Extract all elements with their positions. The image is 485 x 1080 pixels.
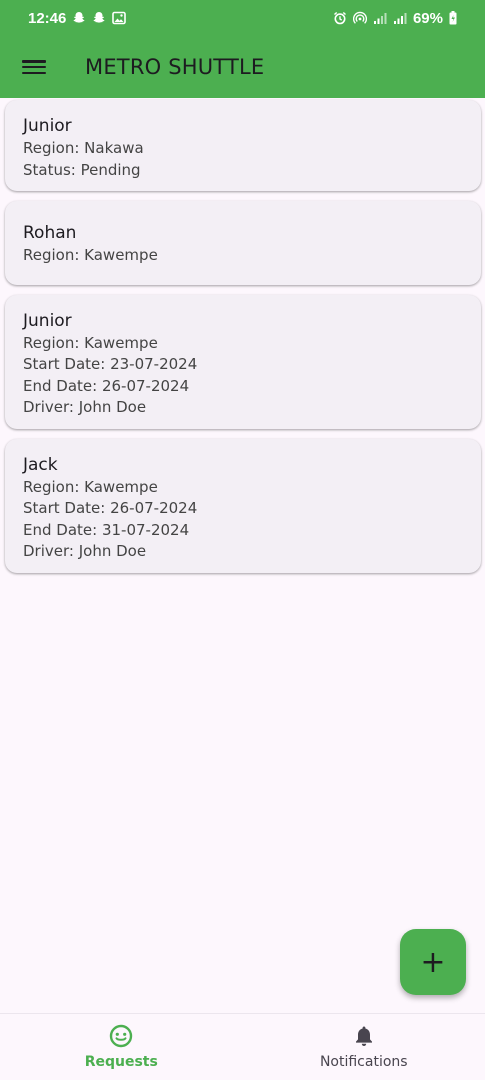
battery-icon: [449, 11, 457, 25]
plus-icon: +: [420, 944, 446, 980]
request-start-date: Start Date: 26-07-2024: [23, 499, 198, 517]
request-start-date: Start Date: 23-07-2024: [23, 355, 198, 373]
snapchat-icon: [93, 12, 105, 23]
request-card[interactable]: Junior Region: Nakawa Status: Pending: [5, 100, 481, 191]
bottom-navigation: Requests Notifications: [0, 1013, 485, 1080]
status-bar: 12:46 69%: [0, 0, 485, 36]
menu-icon-bar: [22, 60, 46, 63]
request-end-date: End Date: 26-07-2024: [23, 376, 190, 395]
snapchat-icon: [73, 12, 85, 23]
add-request-button[interactable]: +: [400, 929, 466, 995]
menu-icon-bar: [22, 71, 46, 74]
nav-item-notifications[interactable]: Notifications: [243, 1014, 485, 1080]
nav-item-requests[interactable]: Requests: [0, 1014, 243, 1080]
gallery-icon: [112, 11, 127, 25]
signal-icon: [373, 13, 387, 24]
hotspot-icon: [352, 11, 367, 24]
bell-icon: [355, 1026, 372, 1046]
status-bar-left: 12:46: [28, 9, 127, 27]
request-end-date: End Date: 31-07-2024: [23, 520, 190, 539]
request-name: Junior: [23, 116, 72, 136]
face-icon: [110, 1024, 133, 1048]
menu-button[interactable]: [22, 57, 46, 77]
menu-icon-bar: [22, 65, 46, 69]
request-list: Junior Region: Nakawa Status: Pending Ro…: [5, 100, 481, 583]
request-card[interactable]: Junior Region: Kawempe Start Date: 23-07…: [5, 294, 481, 429]
status-time: 12:46: [28, 9, 67, 27]
battery-percent: 69%: [412, 9, 443, 27]
request-driver: Driver: John Doe: [23, 542, 147, 560]
request-driver: Driver: John Doe: [23, 398, 147, 416]
lte-signal-icon: [393, 13, 407, 24]
app-title: METRO SHUTTLE: [85, 55, 265, 79]
status-bar-right: 69%: [333, 10, 457, 27]
request-region: Region: Nakawa: [23, 139, 144, 157]
request-region: Region: Kawempe: [23, 333, 158, 352]
alarm-icon: [333, 11, 346, 25]
app-bar: METRO SHUTTLE: [0, 36, 485, 98]
request-card[interactable]: Rohan Region: Kawempe: [5, 201, 481, 285]
request-status: Status: Pending: [23, 160, 141, 179]
nav-label-requests: Requests: [84, 1054, 158, 1070]
nav-label-notifications: Notifications: [319, 1054, 408, 1070]
request-name: Rohan: [23, 223, 77, 243]
request-card[interactable]: Jack Region: Kawempe Start Date: 26-07-2…: [5, 438, 481, 573]
request-name: Junior: [23, 310, 72, 331]
request-region: Region: Kawempe: [23, 477, 158, 496]
request-region: Region: Kawempe: [23, 246, 158, 264]
request-name: Jack: [23, 454, 58, 475]
